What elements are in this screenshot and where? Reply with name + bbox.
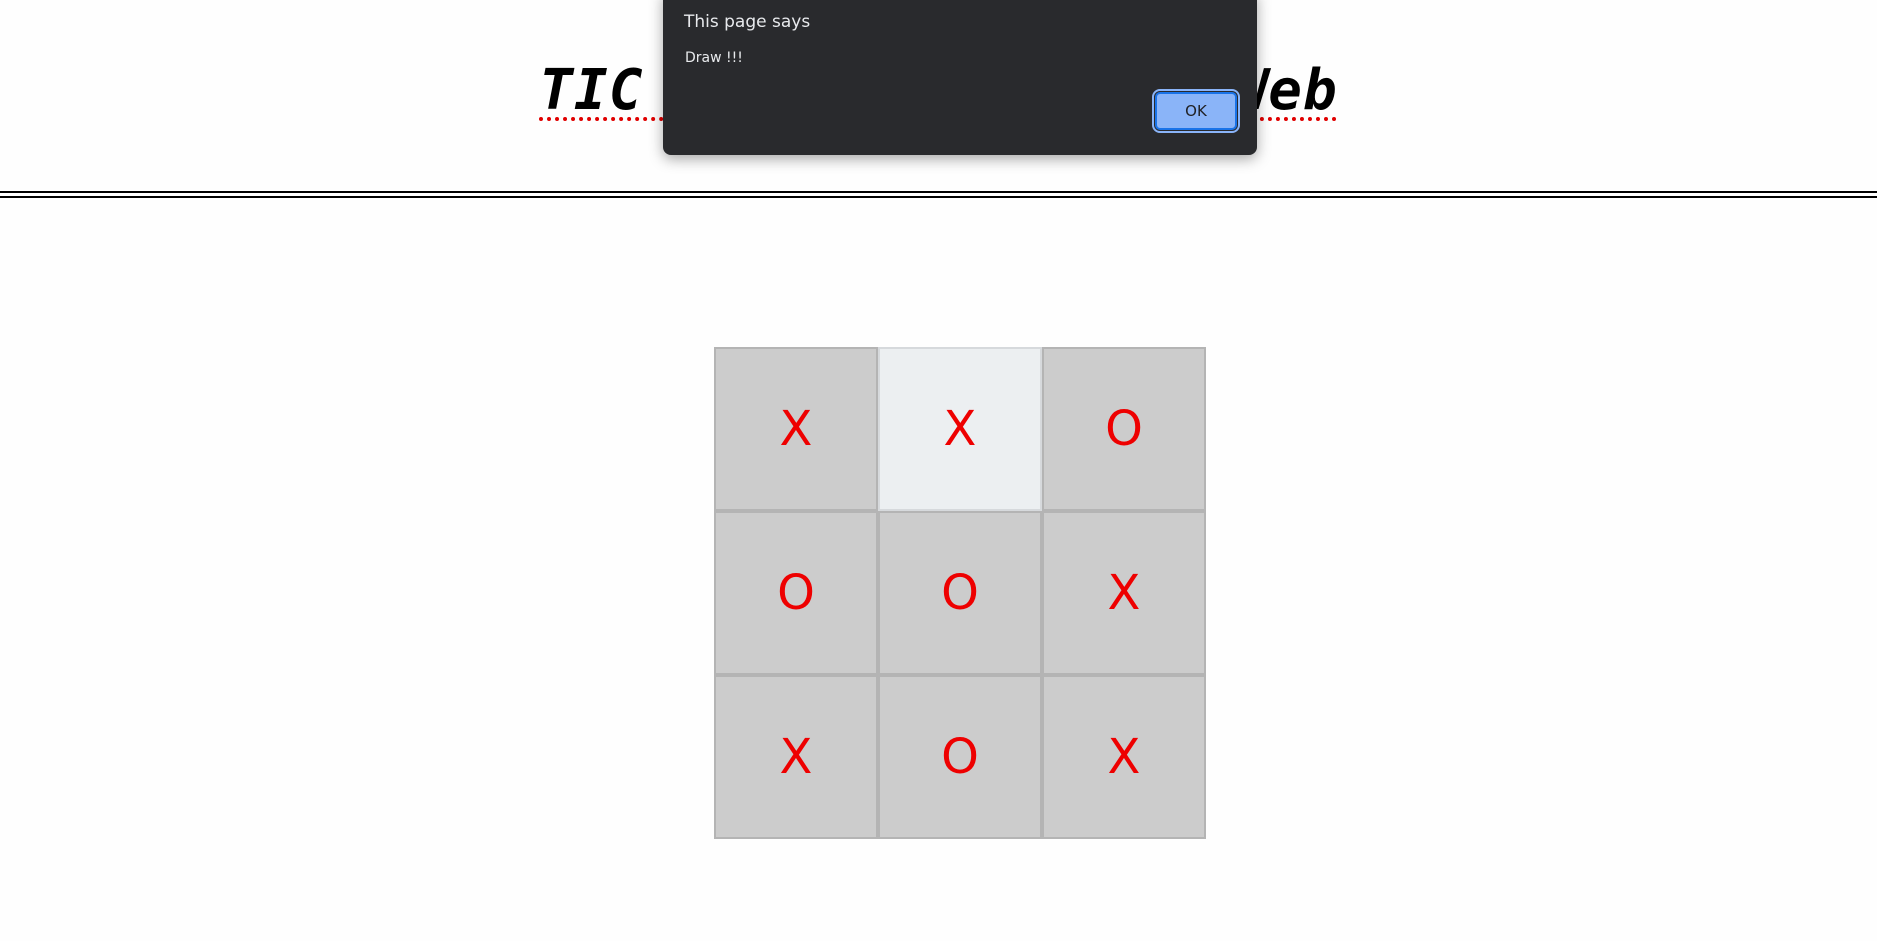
- alert-message: Draw !!!: [685, 50, 743, 66]
- board-cell-1[interactable]: X: [714, 347, 878, 511]
- alert-ok-button[interactable]: OK: [1152, 89, 1240, 133]
- board-cell-3[interactable]: O: [1042, 347, 1206, 511]
- board-cell-7[interactable]: X: [714, 675, 878, 839]
- horizontal-divider: [0, 191, 1877, 198]
- alert-title: This page says: [684, 12, 811, 32]
- board-cell-2[interactable]: X: [878, 347, 1042, 511]
- alert-dialog: This page says Draw !!! OK: [663, 0, 1257, 155]
- board-cell-9[interactable]: X: [1042, 675, 1206, 839]
- page: TIC TAC TOE Game in Web X X O O O X X O …: [0, 0, 1877, 941]
- board-cell-8[interactable]: O: [878, 675, 1042, 839]
- board-cell-4[interactable]: O: [714, 511, 878, 675]
- board-cell-6[interactable]: X: [1042, 511, 1206, 675]
- game-board: X X O O O X X O X: [714, 347, 1206, 839]
- board-cell-5[interactable]: O: [878, 511, 1042, 675]
